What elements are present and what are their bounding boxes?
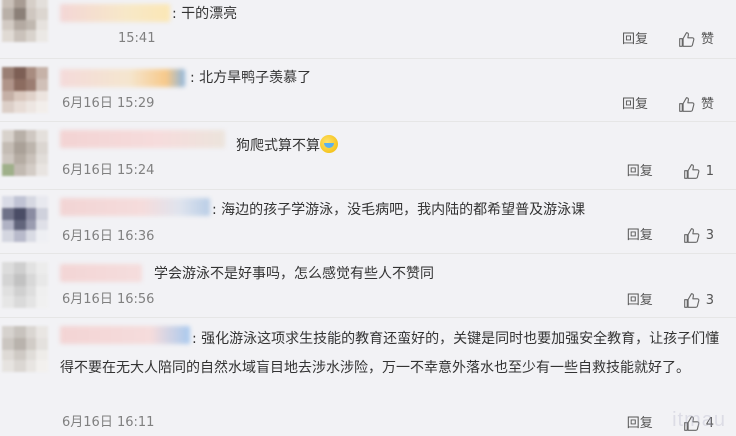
avatar[interactable] [2,262,48,308]
like-count[interactable]: 赞 [701,32,714,48]
reply-button[interactable]: 回复 [627,164,653,180]
username[interactable] [60,198,210,216]
comment-time: 6月16日 16:56 [62,292,155,307]
comment-item: : 干的漂亮 15:41 回复 赞 [0,0,736,56]
like-count[interactable]: 赞 [701,97,714,113]
reply-button[interactable]: 回复 [622,97,648,113]
comment-text: 学会游泳不是好事吗，怎么感觉有些人不赞同 [154,266,434,282]
thumbs-up-icon[interactable] [678,31,695,48]
reply-button[interactable]: 回复 [627,416,653,432]
avatar[interactable] [2,0,48,42]
crying-laughing-emoji-icon [320,135,338,153]
avatar[interactable] [2,326,48,372]
thumbs-up-icon[interactable] [678,96,695,113]
comment-item: : 海边的孩子学游泳，没毛病吧，我内陆的都希望普及游泳课 6月16日 16:36… [0,190,736,252]
comment-item: : 强化游泳这项求生技能的教育还蛮好的，关键是同时也要加强安全教育，让孩子们懂得… [0,318,736,436]
comment-text: 狗爬式算不算 [236,135,338,156]
comment-text: : 干的漂亮 [172,6,238,22]
comment-text: : 北方旱鸭子羡慕了 [190,70,312,86]
avatar[interactable] [2,196,48,242]
comment-item: 学会游泳不是好事吗，怎么感觉有些人不赞同 6月16日 16:56 回复 3 [0,254,736,318]
comment-text: : 强化游泳这项求生技能的教育还蛮好的，关键是同时也要加强安全教育，让孩子们懂得… [60,331,720,376]
comment-time: 15:41 [118,31,156,46]
avatar[interactable] [2,130,48,176]
comment-time: 6月16日 15:24 [62,163,155,178]
like-count[interactable]: 3 [706,228,714,244]
like-count[interactable]: 1 [706,164,714,180]
comment-time: 6月16日 16:11 [62,415,155,430]
username[interactable] [60,4,170,22]
thumbs-up-icon[interactable] [683,163,700,180]
thumbs-up-icon[interactable] [683,227,700,244]
reply-button[interactable]: 回复 [627,228,653,244]
watermark: itmau [672,409,726,431]
comment-time: 6月16日 15:29 [62,96,155,111]
like-count[interactable]: 3 [706,293,714,309]
comment-item: : 北方旱鸭子羡慕了 6月16日 15:29 回复 赞 [0,59,736,121]
reply-button[interactable]: 回复 [622,32,648,48]
username[interactable] [60,69,185,87]
thumbs-up-icon[interactable] [683,292,700,309]
reply-button[interactable]: 回复 [627,293,653,309]
comment-time: 6月16日 16:36 [62,229,155,244]
avatar[interactable] [2,67,48,113]
comment-item: 狗爬式算不算 6月16日 15:24 回复 1 [0,122,736,188]
username[interactable] [60,130,225,148]
username[interactable] [60,264,142,282]
comment-text: : 海边的孩子学游泳，没毛病吧，我内陆的都希望普及游泳课 [212,202,586,218]
